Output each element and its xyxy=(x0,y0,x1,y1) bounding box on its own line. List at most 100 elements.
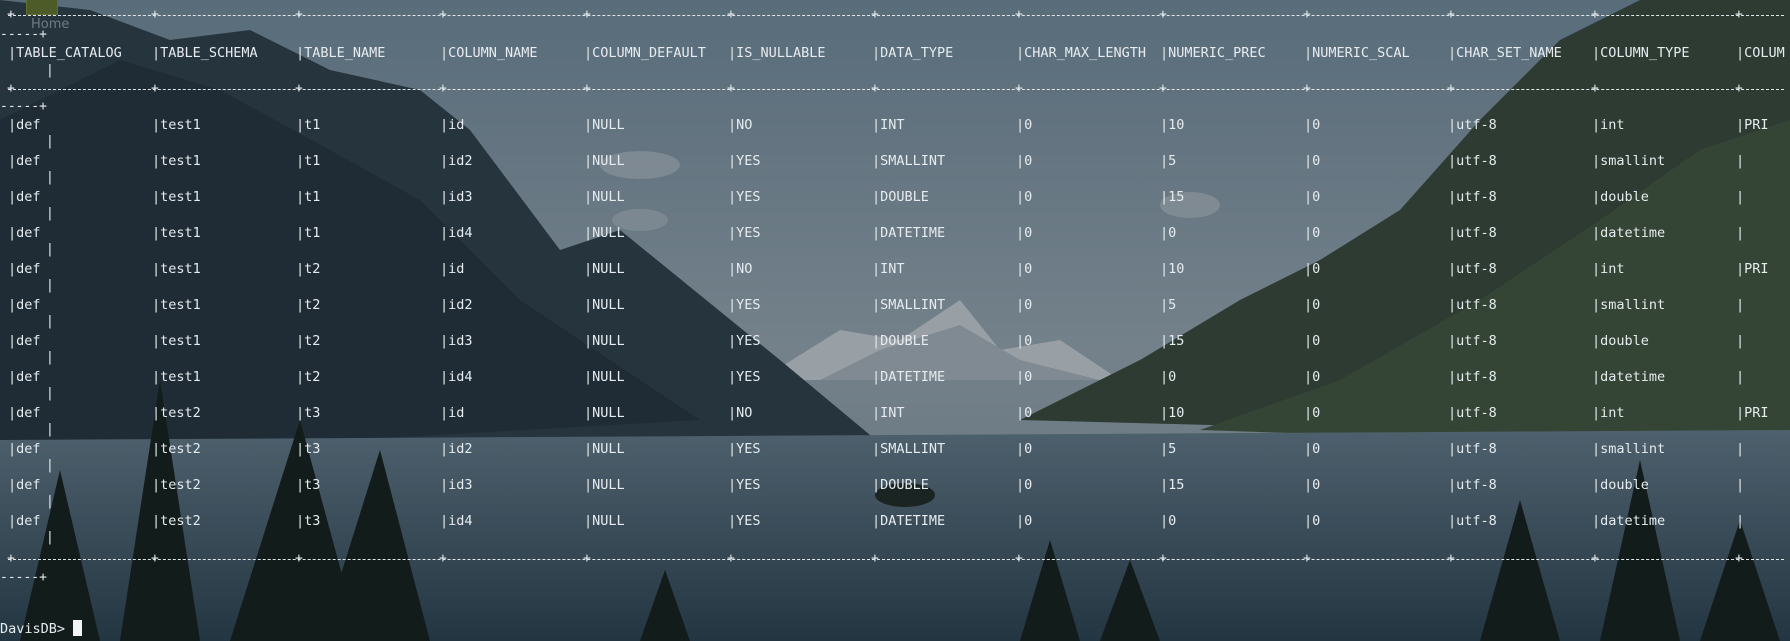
row-wrap-bar: | xyxy=(46,422,54,437)
column-header-value: NUMERIC_SCAL xyxy=(1312,45,1410,61)
column-divider: | xyxy=(152,369,161,385)
table-cell: |NULL xyxy=(584,260,728,278)
table-value: id xyxy=(448,117,465,133)
table-cell: |0 xyxy=(1016,332,1160,350)
column-divider: | xyxy=(728,45,737,61)
column-divider: | xyxy=(584,225,593,241)
table-cell: |0 xyxy=(1160,512,1304,530)
table-value: utf-8 xyxy=(1456,153,1497,169)
column-divider: | xyxy=(296,225,305,241)
column-divider: | xyxy=(440,405,449,421)
table-cell: |YES xyxy=(728,152,872,170)
column-divider: | xyxy=(1016,333,1025,349)
table-cell: |def xyxy=(8,224,152,242)
table-cell: |NULL xyxy=(584,476,728,494)
column-divider: | xyxy=(440,225,449,241)
column-divider: | xyxy=(1736,117,1745,133)
table-header-row: |TABLE_CATALOG |TABLE_SCHEMA |TABLE_NAME |C… xyxy=(0,44,1790,62)
row-wrap-bar: | xyxy=(46,350,54,365)
table-row: |def |test1 |t1 |id |NULL |NO |INT |0 |10 |0 |utf-… xyxy=(0,116,1790,134)
terminal-window[interactable]: -----+ |TABLE_CATALOG |TABLE_SCHEMA |TABLE… xyxy=(0,0,1790,641)
table-row: |def |test1 |t1 |id4 |NULL |YES |DATETIME |0 |0 |… xyxy=(0,224,1790,242)
column-divider: | xyxy=(728,369,737,385)
table-value: utf-8 xyxy=(1456,261,1497,277)
table-value: 0 xyxy=(1024,477,1033,493)
table-value: 0 xyxy=(1312,189,1321,205)
table-value: PRI xyxy=(1744,117,1769,133)
table-value: t2 xyxy=(304,261,321,277)
table-cell: |double xyxy=(1592,332,1736,350)
table-cell: |0 xyxy=(1304,440,1448,458)
table-value: t1 xyxy=(304,225,321,241)
column-divider: | xyxy=(1592,333,1601,349)
column-divider: | xyxy=(296,333,305,349)
column-header-value: DATA_TYPE xyxy=(880,45,954,61)
table-corner: + xyxy=(871,81,879,96)
table-corner: + xyxy=(7,81,15,96)
column-header-cell: |COLUM xyxy=(1736,44,1790,62)
table-cell: |utf-8 xyxy=(1448,404,1592,422)
table-value: def xyxy=(16,477,41,493)
table-cell: |0 xyxy=(1304,296,1448,314)
table-cell: |id3 xyxy=(440,476,584,494)
table-corner: + xyxy=(1303,551,1311,566)
table-cell: |DATETIME xyxy=(872,224,1016,242)
column-divider: | xyxy=(1592,441,1601,457)
column-divider: | xyxy=(1304,477,1313,493)
column-divider: | xyxy=(296,261,305,277)
table-cell: | xyxy=(1736,440,1790,458)
column-divider: | xyxy=(152,477,161,493)
column-divider: | xyxy=(8,477,17,493)
column-divider: | xyxy=(1016,477,1025,493)
column-divider: | xyxy=(8,369,17,385)
column-divider: | xyxy=(1160,117,1169,133)
table-value: id xyxy=(448,261,465,277)
table-corner: + xyxy=(1447,551,1455,566)
row-wrap-bar: | xyxy=(46,206,54,221)
table-value: NULL xyxy=(592,441,625,457)
column-divider: | xyxy=(1592,45,1601,61)
table-cell: |NULL xyxy=(584,152,728,170)
table-border-top xyxy=(8,15,1784,16)
column-divider: | xyxy=(728,405,737,421)
table-value: test2 xyxy=(160,477,201,493)
column-divider: | xyxy=(1016,45,1025,61)
column-divider: | xyxy=(1160,189,1169,205)
table-value: 5 xyxy=(1168,441,1177,457)
column-divider: | xyxy=(1592,117,1601,133)
table-value: PRI xyxy=(1744,261,1769,277)
table-row: |def |test1 |t1 |id3 |NULL |YES |DOUBLE |0 |15 |0… xyxy=(0,188,1790,206)
table-corner: + xyxy=(871,551,879,566)
column-divider: | xyxy=(872,333,881,349)
column-divider: | xyxy=(1016,513,1025,529)
column-divider: | xyxy=(1592,369,1601,385)
table-cell: |t2 xyxy=(296,368,440,386)
row-wrap-bar: | xyxy=(46,386,54,401)
column-divider: | xyxy=(1448,297,1457,313)
table-value: def xyxy=(16,297,41,313)
table-cell: |utf-8 xyxy=(1448,512,1592,530)
table-cell: |0 xyxy=(1016,512,1160,530)
column-divider: | xyxy=(1592,297,1601,313)
row-wrap-bar: | xyxy=(46,530,54,545)
table-cell: |def xyxy=(8,512,152,530)
table-value: SMALLINT xyxy=(880,153,946,169)
column-divider: | xyxy=(152,117,161,133)
table-value: datetime xyxy=(1600,513,1666,529)
table-corner: + xyxy=(1303,81,1311,96)
table-value: id2 xyxy=(448,297,473,313)
row-wrap-bar: | xyxy=(46,134,54,149)
table-value: YES xyxy=(736,477,761,493)
column-divider: | xyxy=(728,189,737,205)
table-cell: |int xyxy=(1592,404,1736,422)
table-cell: |id xyxy=(440,404,584,422)
table-value: utf-8 xyxy=(1456,477,1497,493)
table-cell: |SMALLINT xyxy=(872,296,1016,314)
column-header-value: TABLE_NAME xyxy=(304,45,386,61)
column-divider: | xyxy=(1448,117,1457,133)
column-header-value: COLUMN_DEFAULT xyxy=(592,45,706,61)
table-value: NO xyxy=(736,117,753,133)
column-divider: | xyxy=(1592,405,1601,421)
table-value: 10 xyxy=(1168,117,1185,133)
command-prompt[interactable]: DavisDB> xyxy=(0,620,83,638)
